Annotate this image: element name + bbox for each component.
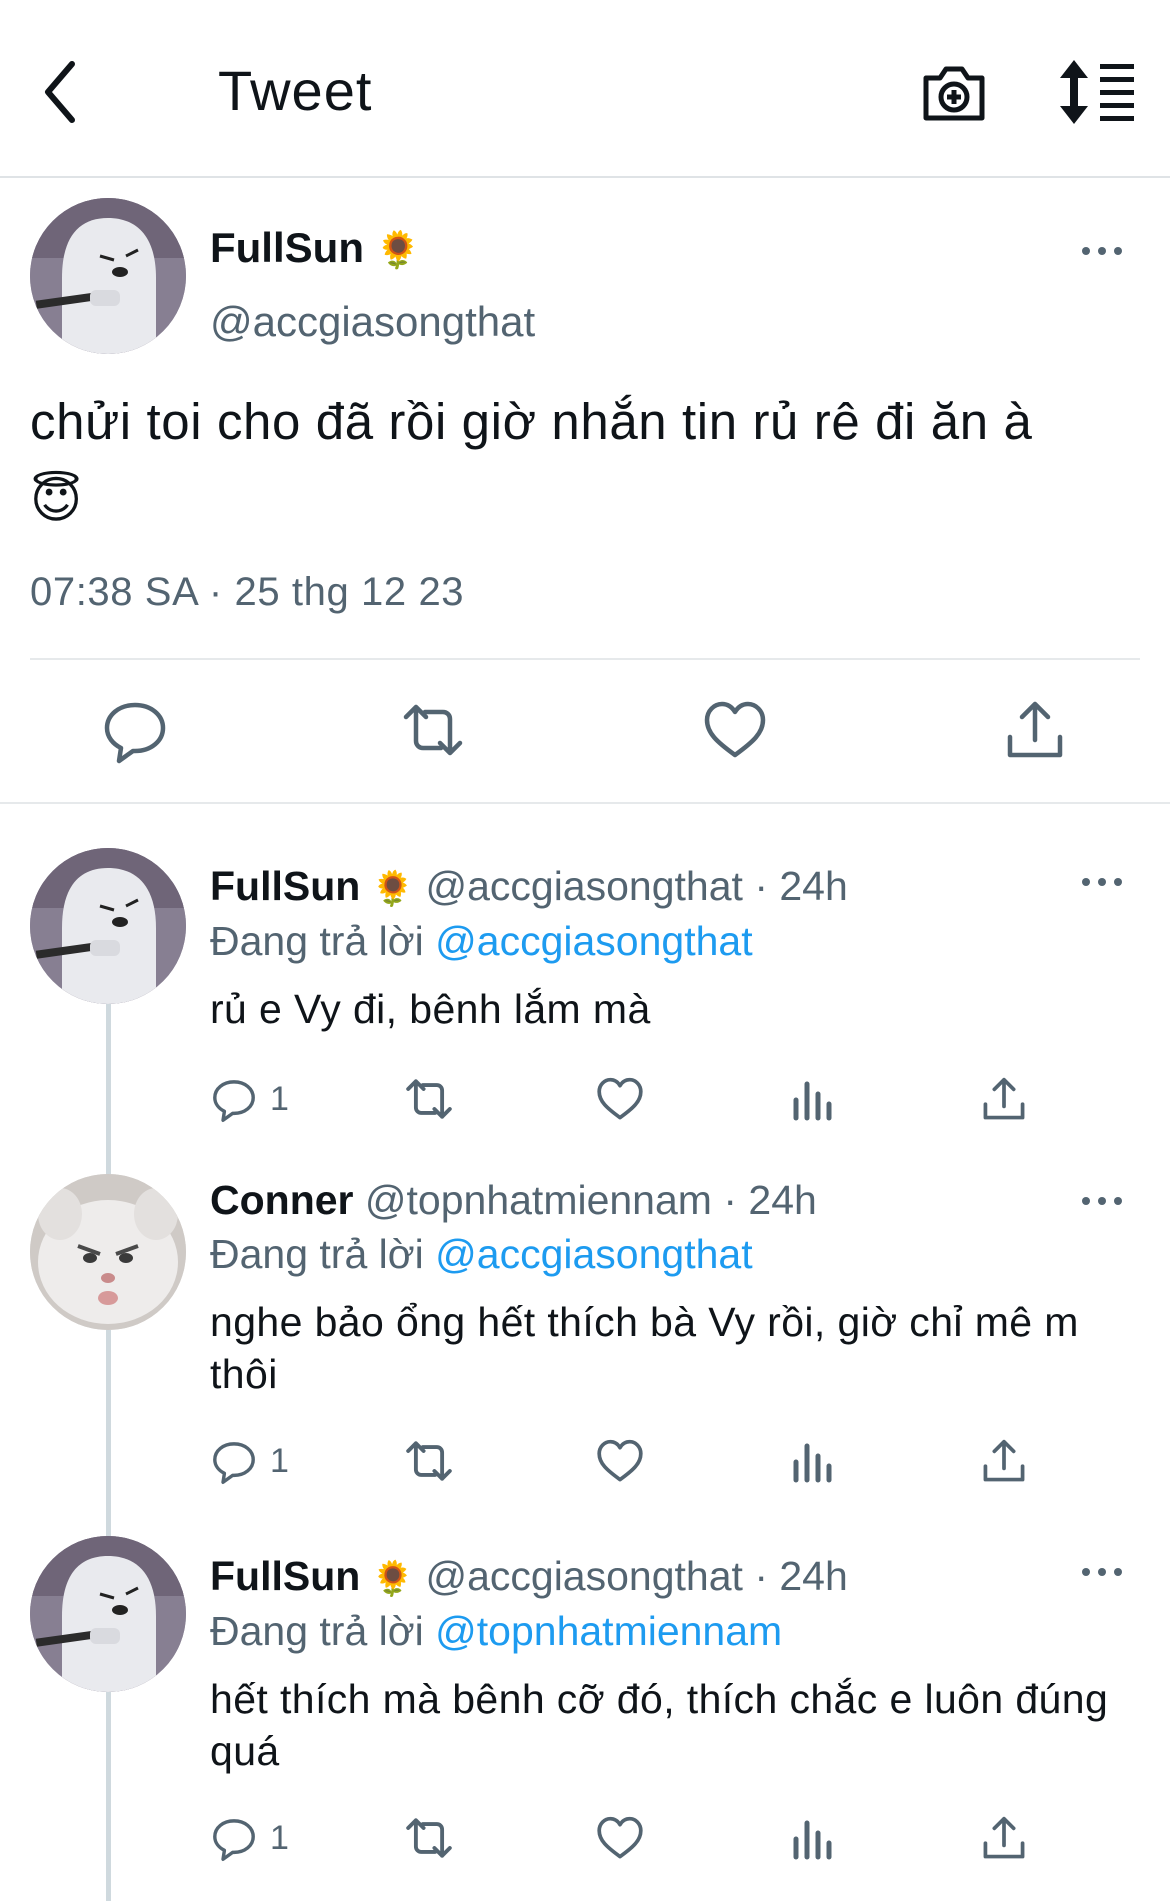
reply-header[interactable]: FullSun 🌻 @accgiasongthat · 24h [210, 1550, 848, 1605]
avatar[interactable] [30, 1536, 186, 1692]
author-name: FullSun [210, 1553, 361, 1599]
author-name-text: FullSun [210, 224, 364, 271]
reply-button[interactable]: 1 [210, 1436, 289, 1486]
replying-to: Đang trả lời @accgiasongthat [210, 915, 753, 967]
author-name[interactable]: FullSun 🌻 [210, 222, 420, 276]
reply-text: hết thích mà bênh cỡ đó, thích chắc e lu… [210, 1676, 1109, 1774]
retweet-icon[interactable] [398, 695, 468, 765]
reply-count: 1 [270, 1079, 289, 1118]
reply-count: 1 [270, 1818, 289, 1857]
like-heart-icon[interactable] [594, 1074, 646, 1124]
author-name: Conner [210, 1177, 354, 1223]
back-arrow-icon[interactable] [36, 54, 96, 130]
like-heart-icon[interactable] [594, 1436, 646, 1486]
reply-time: · 24h [754, 1553, 848, 1599]
tweet-timestamp[interactable]: 07:38 SA · 25 thg 12 23 [30, 570, 464, 615]
reply-button[interactable]: 1 [210, 1074, 289, 1124]
mention-link[interactable]: @topnhatmiennam [435, 1608, 782, 1654]
divider [30, 658, 1140, 660]
sunflower-badge-icon: 🌻 [371, 870, 415, 908]
smiling-face-with-halo-icon: 😇 [30, 472, 83, 528]
reply-text: nghe bảo ổng hết thích bà Vy rồi, giờ ch… [210, 1299, 1079, 1397]
thread-connector-line [106, 1692, 111, 1901]
more-options-icon[interactable] [1072, 867, 1132, 897]
sort-replies-icon[interactable] [1058, 58, 1138, 126]
replying-to: Đang trả lời @accgiasongthat [210, 1228, 753, 1280]
analytics-icon[interactable] [788, 1074, 838, 1124]
mention-link[interactable]: @accgiasongthat [435, 918, 752, 964]
camera-icon[interactable] [920, 58, 988, 126]
share-icon[interactable] [978, 1074, 1030, 1124]
reply-icon [213, 1819, 255, 1861]
share-icon[interactable] [978, 1813, 1030, 1863]
thread-connector-line [106, 1004, 111, 1174]
replying-label: Đang trả lời [210, 1231, 424, 1277]
reply-count: 1 [270, 1441, 289, 1480]
author-handle: @accgiasongthat [425, 1553, 743, 1599]
share-icon[interactable] [978, 1436, 1030, 1486]
author-handle: @accgiasongthat [425, 863, 743, 909]
reply-icon[interactable] [100, 695, 170, 765]
analytics-icon[interactable] [788, 1813, 838, 1863]
page-title: Tweet [218, 59, 373, 122]
more-options-icon[interactable] [1072, 236, 1132, 266]
replying-label: Đang trả lời [210, 918, 424, 964]
retweet-icon[interactable] [402, 1074, 456, 1124]
analytics-icon[interactable] [788, 1436, 838, 1486]
replying-label: Đang trả lời [210, 1608, 424, 1654]
like-heart-icon[interactable] [594, 1813, 646, 1863]
section-divider [0, 802, 1170, 804]
avatar[interactable] [30, 848, 186, 1004]
reply-button[interactable]: 1 [210, 1813, 289, 1863]
reply-time: · 24h [754, 863, 848, 909]
retweet-icon[interactable] [402, 1813, 456, 1863]
tweet-text: chửi toi cho đã rồi giờ nhắn tin rủ rê đ… [30, 384, 1140, 540]
retweet-icon[interactable] [402, 1436, 456, 1486]
more-options-icon[interactable] [1072, 1557, 1132, 1587]
top-navigation-bar [0, 0, 1170, 178]
sunflower-badge-icon: 🌻 [371, 1560, 415, 1598]
more-options-icon[interactable] [1072, 1186, 1132, 1216]
sunflower-badge-icon: 🌻 [375, 229, 421, 270]
avatar[interactable] [30, 198, 186, 354]
author-handle: @topnhatmiennam [364, 1177, 712, 1223]
reply-header[interactable]: Conner @topnhatmiennam · 24h [210, 1174, 817, 1226]
author-handle[interactable]: @accgiasongthat [210, 296, 535, 348]
tweet-body: chửi toi cho đã rồi giờ nhắn tin rủ rê đ… [30, 393, 1033, 450]
reply-header[interactable]: FullSun 🌻 @accgiasongthat · 24h [210, 860, 848, 915]
reply-text: rủ e Vy đi, bênh lắm mà [210, 986, 651, 1032]
reply-icon [213, 1080, 255, 1122]
avatar[interactable] [30, 1174, 186, 1330]
like-heart-icon[interactable] [700, 695, 770, 765]
reply-icon [213, 1442, 255, 1484]
author-name: FullSun [210, 863, 361, 909]
mention-link[interactable]: @accgiasongthat [435, 1231, 752, 1277]
thread-connector-line [106, 1330, 111, 1536]
replying-to: Đang trả lời @topnhatmiennam [210, 1605, 782, 1657]
reply-time: · 24h [723, 1177, 817, 1223]
share-icon[interactable] [1000, 695, 1070, 765]
